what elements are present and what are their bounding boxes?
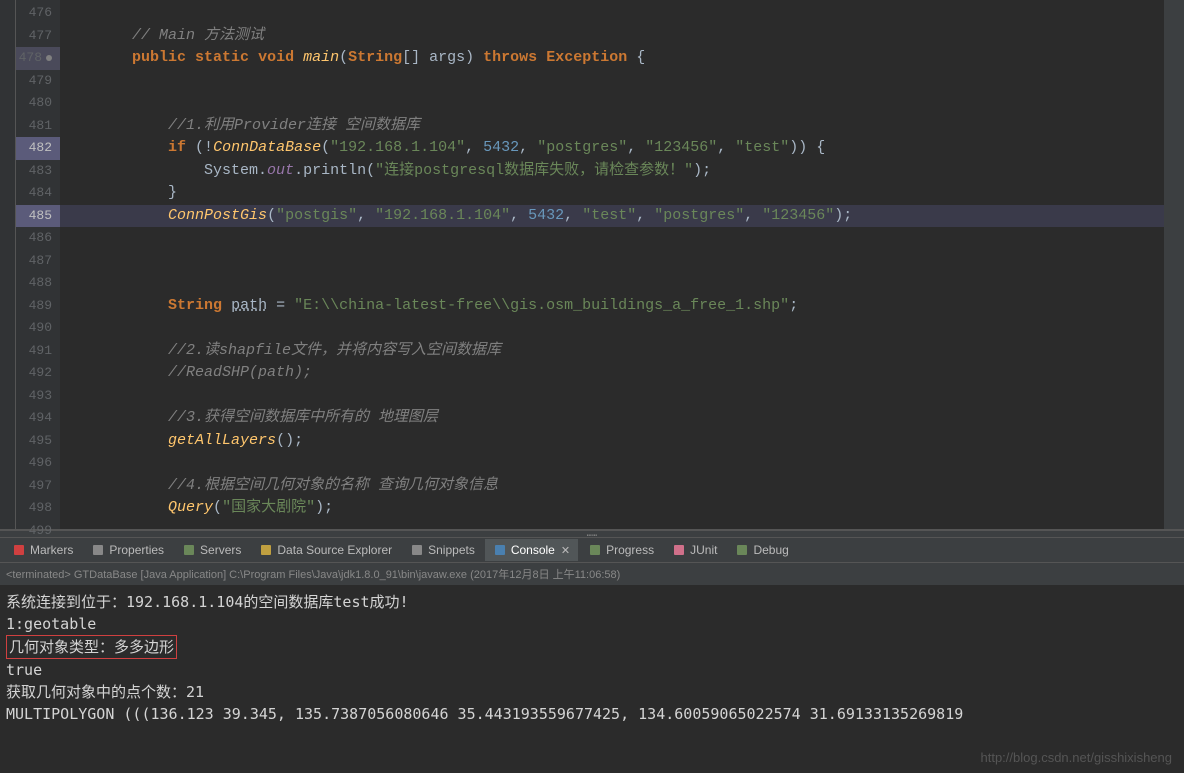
tab-label: Snippets bbox=[428, 543, 475, 557]
line-number[interactable]: 483 bbox=[16, 160, 60, 183]
code-line[interactable]: //ReadSHP(path); bbox=[60, 362, 1164, 385]
properties-icon bbox=[91, 543, 105, 557]
tab-servers[interactable]: Servers bbox=[174, 539, 249, 561]
line-number[interactable]: 485 bbox=[16, 205, 60, 228]
code-editor[interactable]: 4764774784794804814824834844854864874884… bbox=[0, 0, 1184, 530]
line-number[interactable]: 484 bbox=[16, 182, 60, 205]
console-line: 几何对象类型：多多边形 bbox=[6, 635, 1178, 659]
progress-icon bbox=[588, 543, 602, 557]
line-number[interactable]: 481 bbox=[16, 115, 60, 138]
code-line[interactable]: //4.根据空间几何对象的名称 查询几何对象信息 bbox=[60, 475, 1164, 498]
line-number[interactable]: 492 bbox=[16, 362, 60, 385]
tab-markers[interactable]: Markers bbox=[4, 539, 81, 561]
line-number[interactable]: 487 bbox=[16, 250, 60, 273]
tab-data-source-explorer[interactable]: Data Source Explorer bbox=[251, 539, 400, 561]
code-line[interactable] bbox=[60, 227, 1164, 250]
tab-label: Markers bbox=[30, 543, 73, 557]
servers-icon bbox=[182, 543, 196, 557]
tab-junit[interactable]: JUnit bbox=[664, 539, 725, 561]
tab-snippets[interactable]: Snippets bbox=[402, 539, 483, 561]
code-line[interactable] bbox=[60, 70, 1164, 93]
code-line[interactable] bbox=[60, 92, 1164, 115]
debug-icon bbox=[735, 543, 749, 557]
tab-properties[interactable]: Properties bbox=[83, 539, 172, 561]
code-line[interactable]: if (!ConnDataBase("192.168.1.104", 5432,… bbox=[60, 137, 1164, 160]
line-number[interactable]: 491 bbox=[16, 340, 60, 363]
line-number[interactable]: 498 bbox=[16, 497, 60, 520]
tab-console[interactable]: Console ✕ bbox=[485, 539, 578, 561]
line-number[interactable]: 497 bbox=[16, 475, 60, 498]
tab-label: Servers bbox=[200, 543, 241, 557]
code-line[interactable]: System.out.println("连接postgresql数据库失败，请检… bbox=[60, 160, 1164, 183]
code-line[interactable]: String path = "E:\\china-latest-free\\gi… bbox=[60, 295, 1164, 318]
code-line[interactable]: getAllLayers(); bbox=[60, 430, 1164, 453]
line-number[interactable]: 476 bbox=[16, 2, 60, 25]
code-line[interactable]: //1.利用Provider连接 空间数据库 bbox=[60, 115, 1164, 138]
code-line[interactable]: ConnPostGis("postgis", "192.168.1.104", … bbox=[60, 205, 1164, 228]
scrollbar[interactable] bbox=[1164, 0, 1184, 529]
tab-label: Progress bbox=[606, 543, 654, 557]
console-line: 系统连接到位于：192.168.1.104的空间数据库test成功! bbox=[6, 591, 1178, 613]
line-number[interactable]: 489 bbox=[16, 295, 60, 318]
code-line[interactable]: public static void main(String[] args) t… bbox=[60, 47, 1164, 70]
highlighted-output: 几何对象类型：多多边形 bbox=[6, 635, 177, 659]
tab-progress[interactable]: Progress bbox=[580, 539, 662, 561]
code-line[interactable]: Query("国家大剧院"); bbox=[60, 497, 1164, 520]
code-line[interactable] bbox=[60, 317, 1164, 340]
tab-debug[interactable]: Debug bbox=[727, 539, 796, 561]
close-icon[interactable]: ✕ bbox=[559, 544, 570, 557]
tab-label: Debug bbox=[753, 543, 788, 557]
code-line[interactable] bbox=[60, 2, 1164, 25]
markers-icon bbox=[12, 543, 26, 557]
tab-label: JUnit bbox=[690, 543, 717, 557]
line-number[interactable]: 493 bbox=[16, 385, 60, 408]
code-line[interactable]: // Main 方法测试 bbox=[60, 25, 1164, 48]
folding-ruler[interactable] bbox=[0, 0, 16, 529]
code-line[interactable] bbox=[60, 385, 1164, 408]
line-number[interactable]: 479 bbox=[16, 70, 60, 93]
line-number[interactable]: 495 bbox=[16, 430, 60, 453]
snippets-icon bbox=[410, 543, 424, 557]
tab-label: Console bbox=[511, 543, 555, 557]
code-line[interactable]: } bbox=[60, 182, 1164, 205]
line-number[interactable]: 478 bbox=[16, 47, 60, 70]
code-line[interactable]: //3.获得空间数据库中所有的 地理图层 bbox=[60, 407, 1164, 430]
line-gutter[interactable]: 4764774784794804814824834844854864874884… bbox=[16, 0, 60, 529]
console-line: MULTIPOLYGON (((136.123 39.345, 135.7387… bbox=[6, 703, 1178, 725]
line-number[interactable]: 496 bbox=[16, 452, 60, 475]
console-icon bbox=[493, 543, 507, 557]
line-number[interactable]: 490 bbox=[16, 317, 60, 340]
watermark: http://blog.csdn.net/gisshixisheng bbox=[980, 750, 1172, 765]
console-line: true bbox=[6, 659, 1178, 681]
console-line: 1:geotable bbox=[6, 613, 1178, 635]
tab-label: Properties bbox=[109, 543, 164, 557]
code-area[interactable]: // Main 方法测试 public static void main(Str… bbox=[60, 0, 1164, 529]
code-line[interactable] bbox=[60, 520, 1164, 543]
line-number[interactable]: 494 bbox=[16, 407, 60, 430]
terminated-status: <terminated> GTDataBase [Java Applicatio… bbox=[0, 563, 1184, 585]
line-number[interactable]: 488 bbox=[16, 272, 60, 295]
line-number[interactable]: 482 bbox=[16, 137, 60, 160]
code-line[interactable]: //2.读shapfile文件，并将内容写入空间数据库 bbox=[60, 340, 1164, 363]
console-line: 获取几何对象中的点个数：21 bbox=[6, 681, 1178, 703]
code-line[interactable] bbox=[60, 250, 1164, 273]
console-output[interactable]: 系统连接到位于：192.168.1.104的空间数据库test成功!1:geot… bbox=[0, 585, 1184, 731]
code-line[interactable] bbox=[60, 452, 1164, 475]
data-source-explorer-icon bbox=[259, 543, 273, 557]
line-number[interactable]: 477 bbox=[16, 25, 60, 48]
junit-icon bbox=[672, 543, 686, 557]
tab-label: Data Source Explorer bbox=[277, 543, 392, 557]
code-line[interactable] bbox=[60, 272, 1164, 295]
line-number[interactable]: 480 bbox=[16, 92, 60, 115]
line-number[interactable]: 486 bbox=[16, 227, 60, 250]
